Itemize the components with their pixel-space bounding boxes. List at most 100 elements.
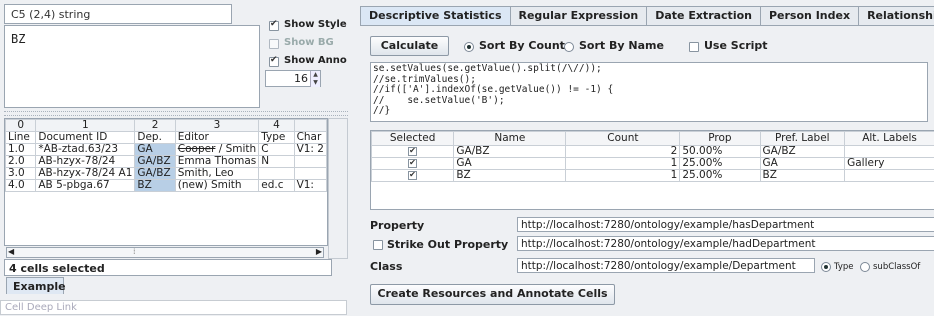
pref-label-cell[interactable]: BZ: [759, 169, 846, 182]
subclassof-radio[interactable]: [860, 262, 870, 272]
splitter-handle[interactable]: [4, 111, 348, 116]
grid-cell[interactable]: (new) Smith: [174, 179, 260, 192]
pref-label-cell[interactable]: GA/BZ: [759, 145, 846, 158]
grid-cell[interactable]: Smith, Leo: [174, 167, 260, 180]
col-number[interactable]: [293, 119, 327, 132]
grid-cell[interactable]: Emma Thomas: [174, 155, 260, 168]
stats-header[interactable]: Alt. Labels: [844, 131, 934, 146]
pref-label-cell[interactable]: GA: [759, 157, 846, 170]
header-cell[interactable]: Char: [293, 131, 327, 144]
tab-content: Calculate Sort By Count Sort By Name Use…: [360, 25, 934, 316]
grid-cell[interactable]: 2.0: [5, 155, 37, 168]
count-cell: 2: [565, 145, 681, 158]
col-number[interactable]: 2: [134, 119, 176, 132]
alt-labels-cell[interactable]: [844, 169, 934, 182]
grid-cell[interactable]: AB-hzyx-78/24 A1: [35, 167, 136, 180]
table-row: GA/BZ 2 50.00% GA/BZ: [371, 145, 934, 158]
show-bg-checkbox[interactable]: [269, 39, 279, 49]
grid-cell[interactable]: 3.0: [5, 167, 37, 180]
grid-cell[interactable]: N: [258, 155, 295, 168]
show-anno-checkbox[interactable]: [269, 55, 279, 67]
name-cell[interactable]: GA/BZ: [453, 145, 567, 158]
strike-out-property-label: Strike Out Property: [387, 238, 509, 251]
property-input[interactable]: http://localhost:7280/ontology/example/h…: [517, 217, 934, 232]
col-number[interactable]: 1: [35, 119, 136, 132]
selected-checkbox[interactable]: [408, 158, 418, 168]
grid-cell[interactable]: V1:: [293, 179, 327, 192]
col-number[interactable]: 0: [5, 119, 37, 132]
grid-cell-selected[interactable]: BZ: [134, 179, 176, 192]
spinner-down-icon[interactable]: ▼: [310, 79, 320, 87]
selected-checkbox[interactable]: [408, 170, 418, 180]
tab-person-index[interactable]: Person Index: [759, 6, 860, 25]
scroll-thumb-grip-icon[interactable]: ⁞: [133, 247, 136, 256]
header-cell[interactable]: Line: [5, 131, 37, 144]
scroll-left-icon[interactable]: ◀: [8, 247, 14, 256]
use-script-label: Use Script: [704, 39, 768, 52]
sort-by-name-radio[interactable]: [564, 42, 574, 52]
header-cell[interactable]: Editor: [174, 131, 260, 144]
strike-out-property-input[interactable]: http://localhost:7280/ontology/example/h…: [517, 236, 934, 251]
cell-deep-link-input[interactable]: Cell Deep Link: [0, 300, 347, 315]
grid-cell[interactable]: C: [258, 143, 295, 156]
grid-cell[interactable]: Cooper / Smith: [174, 143, 260, 156]
selected-cell[interactable]: [371, 169, 455, 182]
stats-header[interactable]: Selected: [371, 131, 455, 146]
grid-cell[interactable]: 1.0: [5, 143, 37, 156]
show-bg-label: Show BG: [284, 37, 334, 48]
horizontal-scrollbar[interactable]: ◀ ⁞ ▶: [6, 247, 324, 258]
class-input[interactable]: http://localhost:7280/ontology/example/D…: [517, 258, 815, 273]
prop-cell: 25.00%: [679, 169, 761, 182]
spinner-up-icon[interactable]: ▲: [310, 71, 320, 79]
col-number[interactable]: 3: [174, 119, 260, 132]
use-script-checkbox[interactable]: [689, 42, 699, 52]
create-resources-button[interactable]: Create Resources and Annotate Cells: [370, 284, 615, 305]
cell-value-editor[interactable]: BZ: [4, 25, 260, 108]
strike-out-property-checkbox[interactable]: [373, 240, 383, 250]
grid-cell[interactable]: 4.0: [5, 179, 37, 192]
count-cell: 1: [565, 157, 681, 170]
show-anno-label: Show Anno: [284, 55, 347, 66]
stats-header[interactable]: Prop: [679, 131, 761, 146]
grid-cell[interactable]: [258, 167, 295, 180]
col-number[interactable]: 4: [258, 119, 295, 132]
header-cell[interactable]: Type: [258, 131, 295, 144]
grid-cell[interactable]: V1: 2: [293, 143, 327, 156]
grid-cell-selected[interactable]: GA: [134, 143, 176, 156]
stats-header[interactable]: Name: [453, 131, 567, 146]
grid-cell[interactable]: [293, 167, 327, 180]
grid-cell[interactable]: AB 5-pbga.67: [35, 179, 136, 192]
font-size-spinner[interactable]: 16 ▲ ▼: [265, 70, 321, 87]
script-line: // se.setValue('B');: [373, 94, 505, 106]
tab-regular-expression[interactable]: Regular Expression: [509, 6, 648, 25]
grid-cell[interactable]: [293, 155, 327, 168]
alt-labels-cell[interactable]: [844, 145, 934, 158]
sort-by-count-radio[interactable]: [464, 42, 474, 52]
alt-labels-cell[interactable]: Gallery: [844, 157, 934, 170]
sheet-tab-example[interactable]: Example: [6, 277, 66, 294]
show-style-checkbox[interactable]: [269, 19, 279, 31]
tab-date-extraction[interactable]: Date Extraction: [646, 6, 761, 25]
grid-cell[interactable]: ed.c: [258, 179, 295, 192]
grid-cell-selected[interactable]: GA/BZ: [134, 155, 176, 168]
name-cell[interactable]: BZ: [453, 169, 567, 182]
scroll-right-icon[interactable]: ▶: [316, 247, 322, 256]
type-radio[interactable]: [821, 262, 831, 272]
header-cell[interactable]: Dep.: [134, 131, 176, 144]
script-editor[interactable]: se.setValues(se.getValue().split(/\//));…: [370, 62, 928, 122]
calculate-button[interactable]: Calculate: [370, 36, 449, 56]
grid-cell-selected[interactable]: GA/BZ: [134, 167, 176, 180]
grid-cell[interactable]: AB-hzyx-78/24: [35, 155, 136, 168]
header-cell[interactable]: Document ID: [35, 131, 136, 144]
name-cell[interactable]: GA: [453, 157, 567, 170]
selected-cell[interactable]: [371, 145, 455, 158]
stats-header[interactable]: Pref. Label: [759, 131, 846, 146]
grid-cell[interactable]: *AB-ztad.63/23: [35, 143, 136, 156]
selected-cell[interactable]: [371, 157, 455, 170]
tab-relationship-discovery[interactable]: Relationship Disc: [858, 6, 934, 25]
stats-header[interactable]: Count: [565, 131, 681, 146]
sort-by-name-label: Sort By Name: [579, 39, 664, 52]
selected-checkbox[interactable]: [408, 146, 418, 156]
tab-descriptive-statistics[interactable]: Descriptive Statistics: [360, 6, 511, 26]
count-cell: 1: [565, 169, 681, 182]
